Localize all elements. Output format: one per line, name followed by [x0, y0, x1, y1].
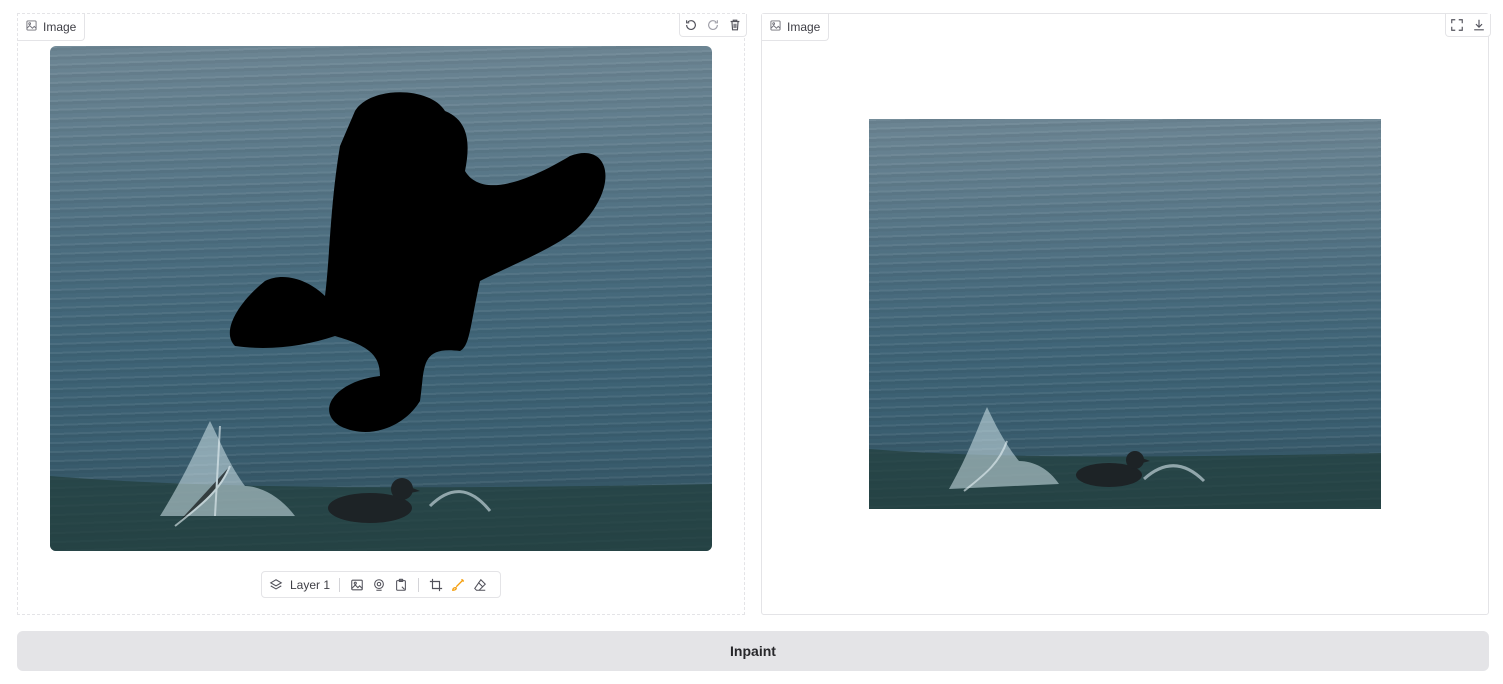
redo-icon[interactable]	[702, 14, 724, 36]
scene-drawing	[50, 92, 712, 551]
editor-canvas[interactable]	[50, 46, 712, 551]
inpaint-button[interactable]: Inpaint	[17, 631, 1489, 671]
output-label: Image	[762, 14, 830, 41]
layers-icon[interactable]	[268, 577, 284, 593]
undo-icon[interactable]	[680, 14, 702, 36]
brush-icon[interactable]	[450, 577, 466, 593]
output-tools	[1445, 14, 1491, 37]
output-scene-drawing	[869, 407, 1381, 509]
editor-label: Image	[18, 14, 86, 41]
editor-history-tools	[679, 14, 747, 37]
upload-image-icon[interactable]	[349, 577, 365, 593]
output-image	[869, 119, 1381, 509]
output-label-text: Image	[787, 20, 821, 34]
output-image-panel: Image	[761, 13, 1491, 615]
clipboard-icon[interactable]	[393, 577, 409, 593]
eraser-icon[interactable]	[472, 577, 488, 593]
editor-label-text: Image	[43, 20, 77, 34]
layer-select[interactable]: Layer 1	[290, 578, 330, 592]
download-icon[interactable]	[1468, 14, 1490, 36]
image-editor-panel: Image Layer 1	[17, 13, 747, 615]
image-icon	[770, 20, 781, 34]
crop-icon[interactable]	[428, 577, 444, 593]
image-icon	[26, 20, 37, 34]
inpaint-mask	[229, 92, 606, 432]
trash-icon[interactable]	[724, 14, 746, 36]
toolbar-divider	[339, 577, 341, 592]
fullscreen-icon[interactable]	[1446, 14, 1468, 36]
webcam-icon[interactable]	[371, 577, 387, 593]
toolbar-divider	[418, 577, 420, 592]
editor-toolbar: Layer 1	[261, 571, 501, 598]
